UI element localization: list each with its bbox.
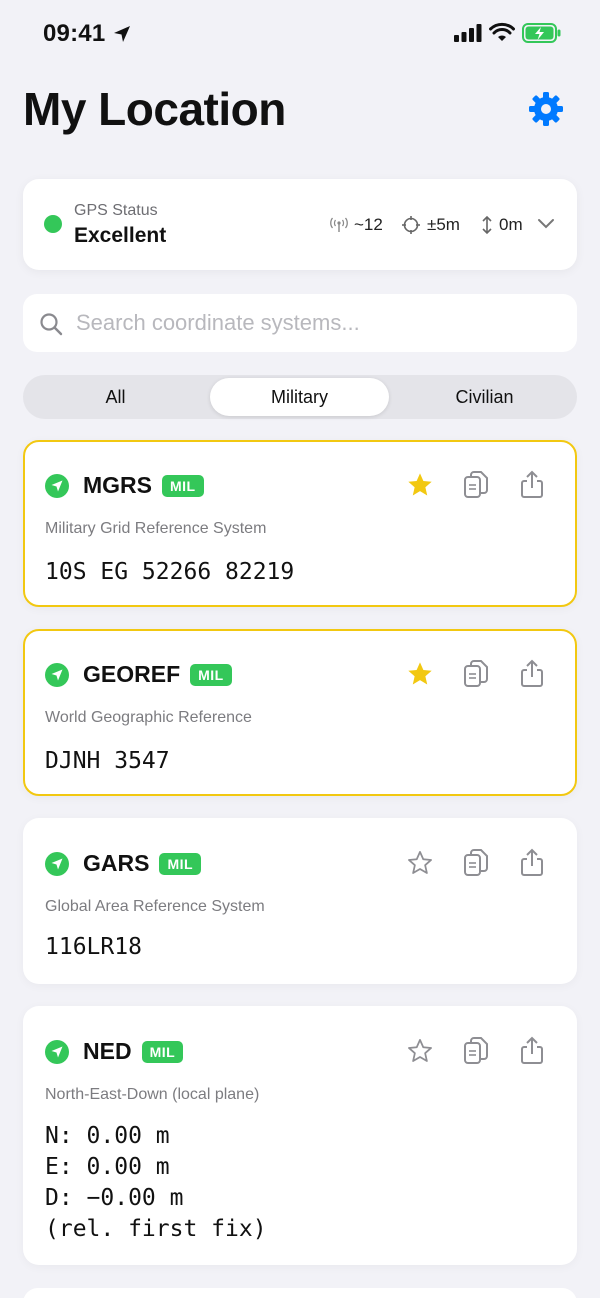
gps-accuracy: ±5m [401, 215, 460, 235]
gear-icon[interactable] [528, 91, 564, 127]
system-description: North-East-Down (local plane) [45, 1086, 260, 1103]
navigation-arrow-icon [45, 662, 69, 687]
status-bar: 09:41 [0, 0, 600, 62]
copy-icon[interactable] [461, 470, 491, 500]
satellite-count: ~12 [330, 215, 383, 235]
copy-icon[interactable] [461, 1036, 491, 1066]
favorite-star-filled-icon[interactable] [405, 659, 435, 689]
chevron-down-icon[interactable] [537, 217, 555, 231]
search-bar[interactable] [23, 294, 577, 352]
card-header: NED MIL [45, 1038, 184, 1065]
gps-status-card[interactable]: GPS Status Excellent ~12 ±5m 0m [23, 179, 577, 270]
system-description: Global Area Reference System [45, 898, 265, 915]
coordinate-value: 116LR18 [45, 934, 142, 960]
system-name: GEOREF [83, 661, 181, 687]
military-badge: MIL [159, 852, 202, 875]
next-card-partial[interactable] [23, 1288, 577, 1298]
system-name: NED [83, 1038, 132, 1064]
gps-status-value: Excellent [74, 224, 167, 247]
military-badge: MIL [190, 663, 232, 686]
search-icon [40, 313, 63, 336]
favorite-star-outline-icon[interactable] [405, 848, 435, 878]
system-card-georef[interactable]: GEOREF MIL World Geographic Reference DJ… [23, 629, 577, 796]
antenna-icon [330, 217, 348, 232]
military-badge: MIL [162, 474, 204, 497]
search-input[interactable] [76, 294, 556, 352]
segment-all[interactable]: All [26, 378, 205, 416]
page-title: My Location [23, 83, 286, 135]
wifi-icon [489, 22, 515, 41]
coordinate-value: 10S EG 52266 82219 [45, 559, 295, 585]
system-description: World Geographic Reference [45, 709, 252, 726]
share-icon[interactable] [517, 848, 547, 878]
navigation-arrow-icon [45, 473, 69, 498]
share-icon[interactable] [517, 470, 547, 500]
navigation-arrow-icon [45, 851, 69, 876]
system-name: GARS [83, 850, 150, 876]
category-segmented-control: All Military Civilian [23, 375, 577, 419]
battery-charging-icon [522, 23, 561, 43]
card-header: GARS MIL [45, 850, 202, 877]
segment-military[interactable]: Military [210, 378, 389, 416]
gps-status-label: GPS Status [74, 202, 158, 219]
up-down-arrow-icon [482, 215, 492, 235]
copy-icon[interactable] [461, 848, 491, 878]
navigation-arrow-icon [45, 1039, 69, 1064]
coordinate-value: DJNH 3547 [45, 748, 170, 774]
favorite-star-filled-icon[interactable] [405, 470, 435, 500]
gps-altitude-value: 0m [499, 215, 523, 234]
status-time: 09:41 [43, 20, 106, 47]
military-badge: MIL [141, 1040, 184, 1063]
share-icon[interactable] [517, 659, 547, 689]
coordinate-value: N: 0.00 m E: 0.00 m D: −0.00 m (rel. fir… [45, 1123, 267, 1242]
location-arrow-icon [114, 26, 130, 42]
card-header: MGRS MIL [45, 472, 204, 499]
copy-icon[interactable] [461, 659, 491, 689]
favorite-star-outline-icon[interactable] [405, 1036, 435, 1066]
gps-accuracy-value: ±5m [427, 215, 460, 234]
share-icon[interactable] [517, 1036, 547, 1066]
system-card-mgrs[interactable]: MGRS MIL Military Grid Reference System … [23, 440, 577, 607]
system-description: Military Grid Reference System [45, 520, 267, 537]
system-card-gars[interactable]: GARS MIL Global Area Reference System 11… [23, 818, 577, 984]
cellular-signal-icon [454, 24, 482, 42]
gps-status-dot [44, 215, 62, 233]
card-header: GEOREF MIL [45, 661, 232, 688]
gps-altitude: 0m [481, 215, 523, 235]
system-card-ned[interactable]: NED MIL North-East-Down (local plane) N:… [23, 1006, 577, 1265]
crosshair-icon [402, 216, 420, 234]
system-name: MGRS [83, 472, 152, 498]
satellite-count-value: ~12 [354, 215, 383, 234]
segment-civilian[interactable]: Civilian [395, 378, 574, 416]
